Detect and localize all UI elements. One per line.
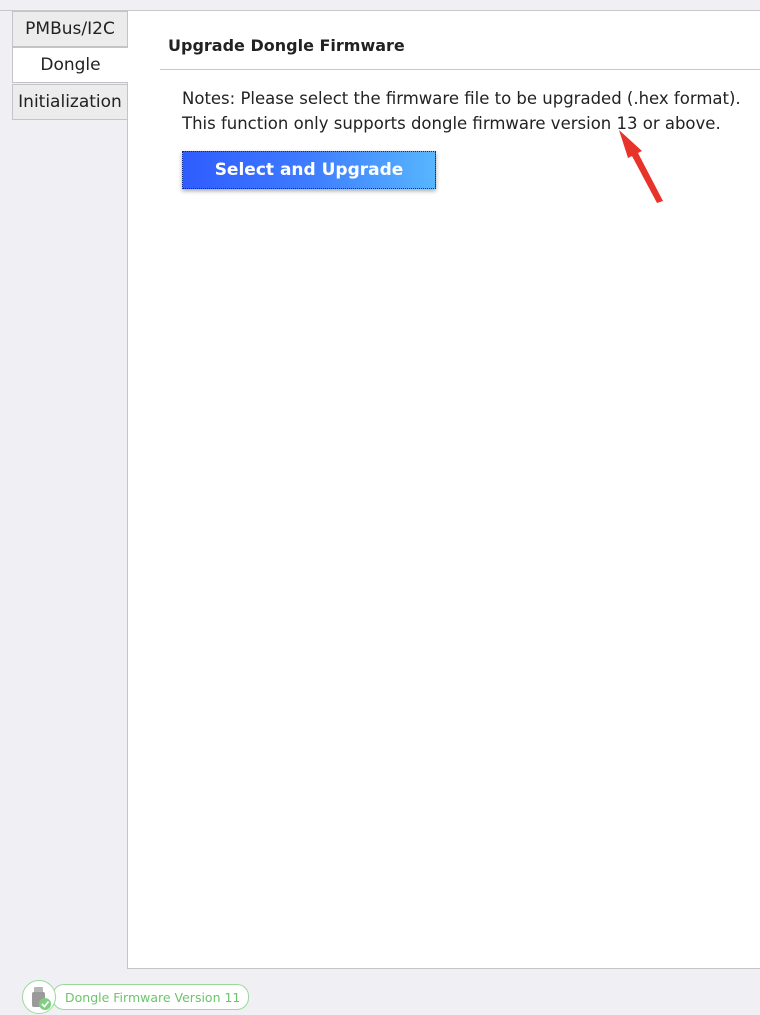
note-line-1: Notes: Please select the firmware file t…: [182, 89, 741, 108]
tab-dongle[interactable]: Dongle: [12, 47, 128, 83]
firmware-version-text: Dongle Firmware Version 11: [65, 989, 241, 1005]
select-and-upgrade-label: Select and Upgrade: [214, 160, 404, 180]
tab-pmbus-i2c-label: PMBus/I2C: [25, 19, 115, 39]
tab-initialization[interactable]: Initialization: [12, 84, 128, 120]
firmware-version-badge: Dongle Firmware Version 11: [52, 984, 250, 1010]
tab-dongle-label: Dongle: [40, 55, 101, 75]
section-divider: [160, 69, 760, 70]
note-line-2: This function only supports dongle firmw…: [182, 114, 721, 133]
tab-initialization-label: Initialization: [18, 92, 122, 112]
status-bar: Dongle Firmware Version 11: [22, 980, 250, 1014]
tab-pmbus-i2c[interactable]: PMBus/I2C: [12, 11, 128, 47]
usb-dongle-icon: [22, 980, 56, 1014]
select-and-upgrade-button[interactable]: Select and Upgrade: [182, 151, 436, 189]
section-title: Upgrade Dongle Firmware: [168, 36, 405, 55]
dongle-panel: Upgrade Dongle Firmware Notes: Please se…: [127, 11, 760, 969]
